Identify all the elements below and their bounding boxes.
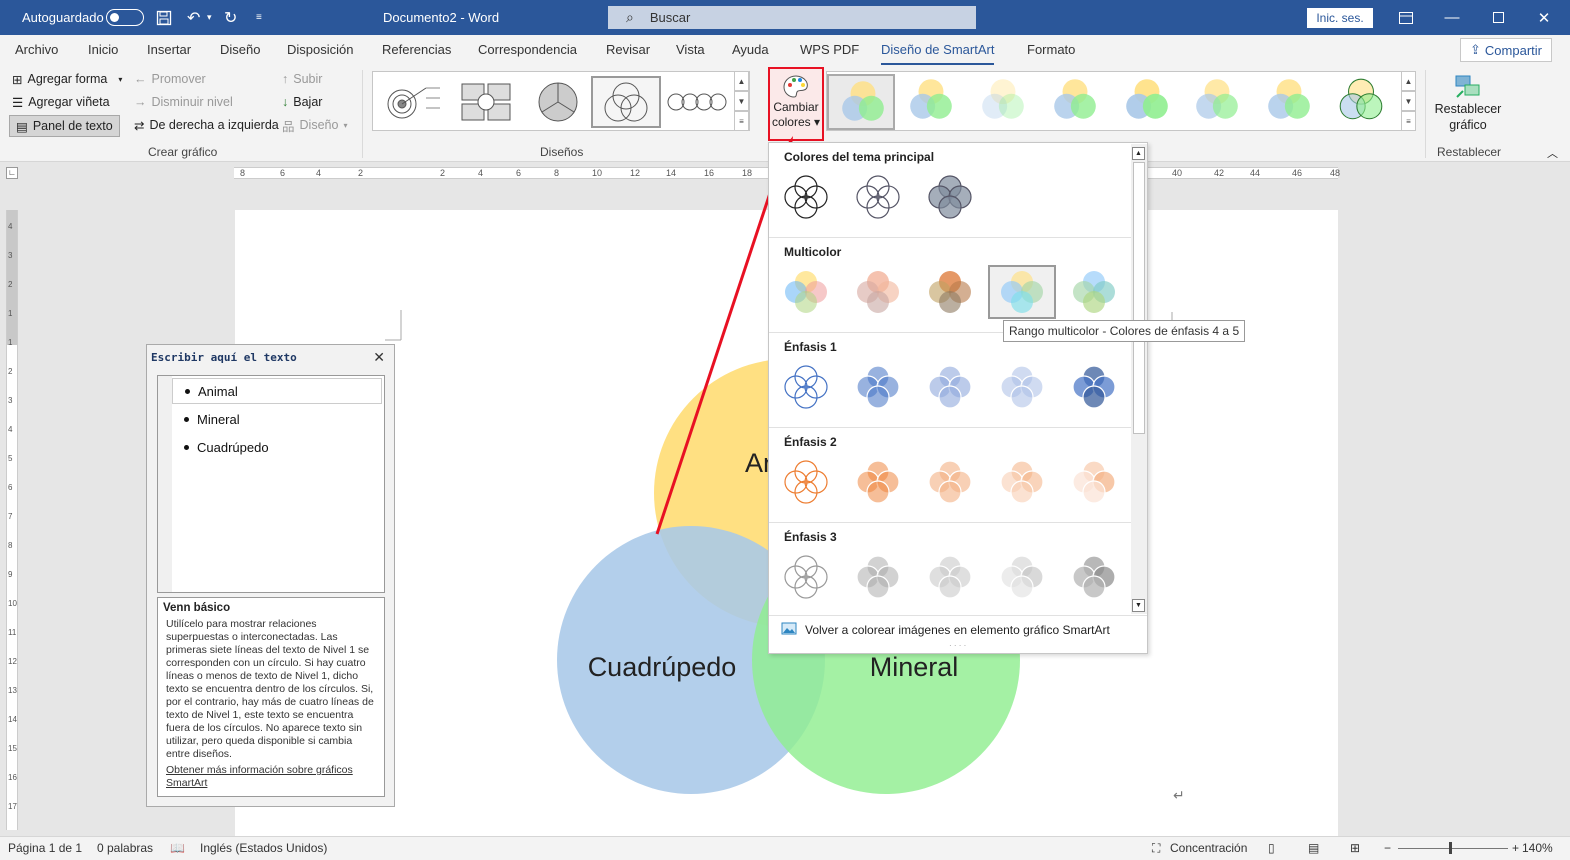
color-option[interactable] [916, 170, 984, 224]
change-colors-dropdown: Colores del tema principal Multicolor Én… [768, 142, 1148, 654]
read-mode-icon[interactable]: ▯ [1268, 841, 1275, 855]
layout-description-title: Venn básico [163, 602, 231, 614]
color-option[interactable] [916, 265, 984, 319]
zoom-slider[interactable] [1398, 848, 1508, 849]
color-option[interactable] [916, 360, 984, 414]
section-divider [769, 615, 1147, 616]
section-multicolor: Multicolor [784, 245, 842, 259]
color-option[interactable] [844, 360, 912, 414]
color-option[interactable] [772, 455, 840, 509]
list-item[interactable]: Mineral [172, 406, 382, 432]
color-option[interactable] [916, 455, 984, 509]
bullet-icon [185, 388, 190, 394]
tooltip: Rango multicolor - Colores de énfasis 4 … [1003, 320, 1246, 342]
text-pane-list[interactable]: Animal Mineral Cuadrúpedo [157, 375, 385, 593]
language[interactable]: Inglés (Estados Unidos) [200, 841, 327, 855]
web-layout-icon[interactable]: ⊞ [1350, 841, 1360, 855]
bullet-icon [184, 444, 189, 450]
scroll-up-icon[interactable]: ▲ [1132, 147, 1145, 160]
bullet-icon [184, 416, 189, 422]
close-icon[interactable]: ✕ [373, 349, 385, 366]
focus-icon: ⛶ [1152, 841, 1161, 855]
color-option[interactable] [916, 550, 984, 604]
recolor-pictures-option[interactable]: Volver a colorear imágenes en elemento g… [781, 621, 1110, 638]
list-item-text: Cuadrúpedo [197, 439, 269, 455]
section-enfasis-2: Énfasis 2 [784, 435, 837, 449]
color-option[interactable] [988, 265, 1056, 319]
color-option[interactable] [844, 265, 912, 319]
dropdown-scrollbar[interactable]: ▲ ▼ [1131, 144, 1147, 614]
color-option[interactable] [844, 550, 912, 604]
color-option[interactable] [772, 265, 840, 319]
color-option[interactable] [988, 455, 1056, 509]
page-count[interactable]: Página 1 de 1 [8, 841, 82, 855]
section-enfasis-3: Énfasis 3 [784, 530, 837, 544]
color-option[interactable] [844, 455, 912, 509]
list-item-text: Mineral [197, 411, 240, 427]
scroll-down-icon[interactable]: ▼ [1132, 599, 1145, 612]
list-item[interactable]: Cuadrúpedo [172, 434, 382, 460]
color-option[interactable] [1060, 360, 1128, 414]
zoom-out-icon[interactable]: − [1384, 841, 1391, 855]
color-option[interactable] [844, 170, 912, 224]
recolor-picture-icon [781, 621, 797, 638]
print-layout-icon[interactable]: ▤ [1308, 841, 1319, 855]
section-divider [769, 237, 1131, 238]
color-option[interactable] [1060, 265, 1128, 319]
color-option[interactable] [1060, 550, 1128, 604]
color-option[interactable] [988, 550, 1056, 604]
zoom-level[interactable]: 140% [1522, 841, 1553, 855]
section-divider [769, 522, 1131, 523]
zoom-in-icon[interactable]: + [1512, 841, 1519, 855]
zoom-slider-thumb[interactable] [1449, 842, 1452, 854]
color-option[interactable] [1060, 455, 1128, 509]
text-pane-title: Escribir aquí el texto [151, 351, 297, 364]
section-divider [769, 427, 1131, 428]
word-count[interactable]: 0 palabras [97, 841, 153, 855]
section-enfasis-1: Énfasis 1 [784, 340, 837, 354]
color-option[interactable] [772, 550, 840, 604]
text-pane: Escribir aquí el texto ✕ Animal Mineral … [146, 344, 395, 807]
recolor-pictures-label: Volver a colorear imágenes en elemento g… [805, 622, 1110, 637]
layout-description: Venn básico Utilícelo para mostrar relac… [157, 597, 385, 797]
focus-mode-button[interactable]: Concentración [1170, 841, 1247, 855]
section-colores-tema: Colores del tema principal [784, 150, 935, 164]
layout-description-body: Utilícelo para mostrar relaciones superp… [166, 618, 374, 760]
list-item[interactable]: Animal [172, 378, 382, 404]
color-option[interactable] [988, 360, 1056, 414]
scrollbar-thumb[interactable] [1133, 162, 1145, 434]
color-option[interactable] [772, 170, 840, 224]
list-item-text: Animal [198, 383, 238, 399]
learn-more-link[interactable]: Obtener más información sobre gráficos S… [163, 764, 379, 790]
proofing-icon[interactable]: 📖 [170, 841, 185, 855]
status-bar: Página 1 de 1 0 palabras 📖 Inglés (Estad… [0, 836, 1570, 860]
resize-grip-icon[interactable]: · · · · [949, 641, 966, 650]
color-option[interactable] [772, 360, 840, 414]
